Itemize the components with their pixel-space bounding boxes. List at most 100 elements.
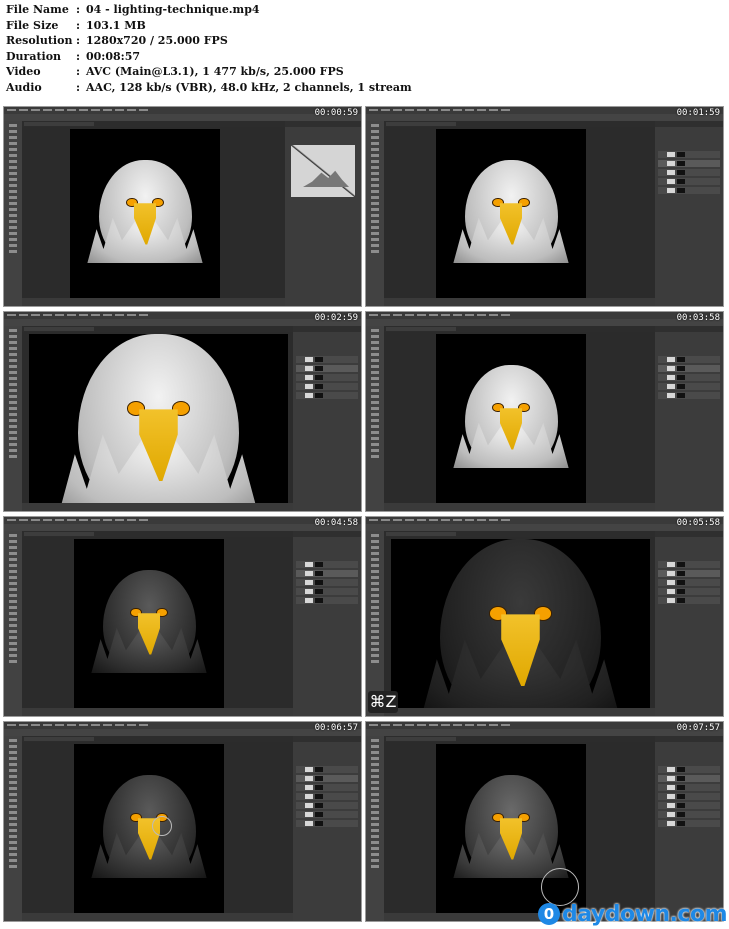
info-key: Resolution <box>6 34 73 47</box>
layer-row[interactable] <box>296 392 358 399</box>
layer-row[interactable] <box>658 588 720 595</box>
layer-row[interactable] <box>296 561 358 568</box>
info-key: Video <box>6 65 41 78</box>
layer-row[interactable] <box>658 374 720 381</box>
eagle-image <box>91 774 207 879</box>
info-row-audio: Audio : AAC, 128 kb/s (VBR), 48.0 kHz, 2… <box>6 80 412 96</box>
info-value: AAC, 128 kb/s (VBR), 48.0 kHz, 2 channel… <box>86 80 412 94</box>
layer-row[interactable] <box>658 793 720 800</box>
layer-row[interactable] <box>658 802 720 809</box>
info-value: 04 - lighting-technique.mp4 <box>86 3 260 16</box>
image-canvas <box>74 539 224 711</box>
layer-row[interactable] <box>658 169 720 176</box>
status-bar <box>384 503 655 511</box>
layer-row[interactable] <box>296 597 358 604</box>
tools-panel <box>366 326 384 511</box>
options-bar <box>366 114 723 121</box>
layer-row[interactable] <box>658 570 720 577</box>
info-colon: : <box>76 3 81 16</box>
timestamp: 00:01:59 <box>676 108 720 118</box>
layer-row[interactable] <box>296 374 358 381</box>
layer-row[interactable] <box>296 820 358 827</box>
status-bar <box>22 913 293 921</box>
daydown-logo-icon: 0 <box>537 903 560 925</box>
tools-panel <box>4 326 22 511</box>
layer-row[interactable] <box>296 570 358 577</box>
layer-row[interactable] <box>658 160 720 167</box>
layer-row[interactable] <box>296 383 358 390</box>
app-menubar <box>366 517 723 524</box>
status-bar <box>22 298 285 306</box>
layer-row[interactable] <box>658 392 720 399</box>
layer-row[interactable] <box>658 597 720 604</box>
timestamp: 00:07:57 <box>676 723 720 733</box>
layer-row[interactable] <box>296 766 358 773</box>
layers-panel <box>655 121 723 306</box>
options-bar <box>4 524 361 531</box>
layer-row[interactable] <box>296 811 358 818</box>
tools-panel <box>366 531 384 716</box>
info-row-video: Video : AVC (Main@L3.1), 1 477 kb/s, 25.… <box>6 64 412 80</box>
file-info: File Name : 04 - lighting-technique.mp4 … <box>6 2 412 95</box>
layer-row[interactable] <box>658 579 720 586</box>
layer-row[interactable] <box>658 766 720 773</box>
eagle-image <box>453 364 569 469</box>
video-thumbnail: 00:01:59 <box>365 106 724 307</box>
timestamp: 00:00:59 <box>314 108 358 118</box>
layer-row[interactable] <box>658 151 720 158</box>
info-colon: : <box>76 80 81 94</box>
tools-panel <box>4 736 22 921</box>
info-colon: : <box>76 18 81 32</box>
info-colon: : <box>76 49 81 63</box>
eagle-image <box>420 539 621 710</box>
info-value: 00:08:57 <box>86 49 141 63</box>
timestamp: 00:06:57 <box>314 723 358 733</box>
watermark: 0 daydown.com <box>537 899 728 929</box>
image-canvas <box>436 129 586 301</box>
layer-row[interactable] <box>296 793 358 800</box>
app-menubar <box>4 312 361 319</box>
info-key: File Name <box>6 3 69 16</box>
layer-row[interactable] <box>658 775 720 782</box>
options-bar <box>366 319 723 326</box>
eagle-image <box>453 774 569 879</box>
layer-row[interactable] <box>296 356 358 363</box>
layer-row[interactable] <box>658 365 720 372</box>
keyboard-shortcut-overlay: ⌘Z <box>368 691 398 713</box>
layer-row[interactable] <box>296 365 358 372</box>
layers-panel <box>293 531 361 716</box>
info-value: 103.1 MB <box>86 18 146 32</box>
timestamp: 00:02:59 <box>314 313 358 323</box>
info-key: Duration <box>6 49 62 63</box>
layer-row[interactable] <box>296 784 358 791</box>
info-colon: : <box>76 65 81 78</box>
curves-graph <box>291 145 355 197</box>
layer-row[interactable] <box>658 383 720 390</box>
tools-panel <box>4 121 22 306</box>
status-bar <box>22 708 293 716</box>
layers-panel <box>293 326 361 511</box>
layer-row[interactable] <box>296 775 358 782</box>
layer-row[interactable] <box>296 579 358 586</box>
options-bar <box>366 729 723 736</box>
timestamp: 00:03:58 <box>676 313 720 323</box>
info-value: 1280x720 / 25.000 FPS <box>86 34 228 47</box>
timestamp: 00:04:58 <box>314 518 358 528</box>
layer-row[interactable] <box>296 802 358 809</box>
options-bar <box>366 524 723 531</box>
video-thumbnail: 00:05:58 ⌘Z <box>365 516 724 717</box>
app-menubar <box>366 722 723 729</box>
layer-row[interactable] <box>658 784 720 791</box>
properties-panel <box>285 121 361 306</box>
layer-row[interactable] <box>658 820 720 827</box>
tools-panel <box>4 531 22 716</box>
layer-row[interactable] <box>658 811 720 818</box>
layer-row[interactable] <box>658 356 720 363</box>
video-thumbnail: 00:03:58 <box>365 311 724 512</box>
layer-row[interactable] <box>296 588 358 595</box>
layer-row[interactable] <box>658 561 720 568</box>
app-menubar <box>4 517 361 524</box>
layer-row[interactable] <box>658 187 720 194</box>
layer-row[interactable] <box>658 178 720 185</box>
info-row-duration: Duration : 00:08:57 <box>6 49 412 65</box>
